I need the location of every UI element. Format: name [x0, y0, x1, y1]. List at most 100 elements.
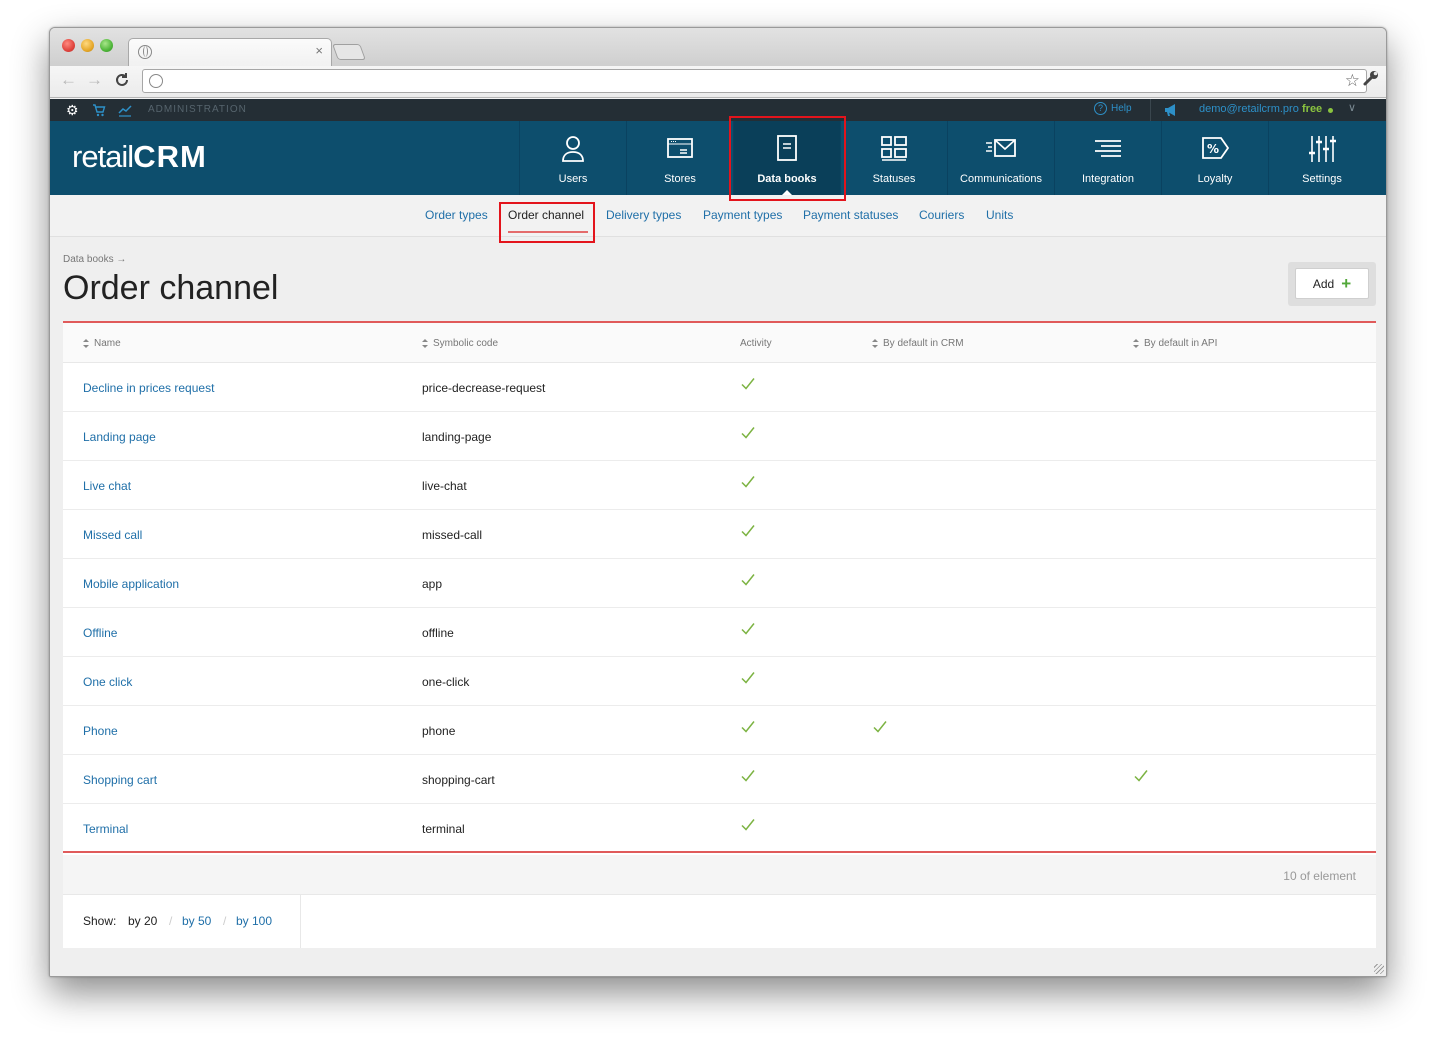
new-tab-button[interactable]	[332, 44, 366, 60]
nav-item-users[interactable]: Users	[519, 121, 626, 195]
active-tab-underline	[508, 231, 588, 233]
nav-item-integration[interactable]: Integration	[1054, 121, 1161, 195]
channel-name-link[interactable]: Live chat	[83, 479, 131, 493]
user-menu-chevron-icon[interactable]: ∨	[1348, 101, 1356, 114]
data-book-icon	[771, 133, 803, 165]
subnav-units[interactable]: Units	[986, 208, 1013, 222]
table-header: Name Symbolic code Activity By default in C…	[63, 323, 1376, 363]
close-window-button[interactable]	[62, 39, 75, 52]
help-icon: ?	[1094, 102, 1107, 115]
channel-name-link[interactable]: Mobile application	[83, 577, 179, 591]
pager-separator: /	[169, 914, 173, 928]
plus-icon: +	[1341, 273, 1352, 293]
symbolic-code: missed-call	[422, 528, 483, 542]
nav-item-label: Communications	[960, 173, 1042, 185]
subnav-payment-types[interactable]: Payment types	[703, 208, 782, 222]
page-title: Order channel	[63, 269, 279, 307]
table-row: Offline offline	[63, 608, 1376, 657]
sort-icon	[1133, 339, 1139, 348]
browser-tab[interactable]: ×	[128, 38, 332, 66]
subnav-order-types[interactable]: Order types	[425, 208, 488, 222]
column-header-by-default-in-api[interactable]: By default in API	[1133, 338, 1217, 349]
default-crm-check-icon	[872, 719, 888, 735]
column-header-label: Name	[94, 338, 121, 349]
channel-name-link[interactable]: One click	[83, 675, 132, 689]
channel-name-link[interactable]: Shopping cart	[83, 773, 157, 787]
symbolic-code: offline	[422, 626, 454, 640]
table-row: Missed call missed-call	[63, 510, 1376, 559]
back-arrow-icon[interactable]: ←	[60, 70, 77, 90]
nav-item-label: Statuses	[872, 173, 916, 185]
admin-gear-icon[interactable]: ⚙	[66, 102, 79, 118]
symbolic-code: terminal	[422, 822, 465, 836]
page-size-option[interactable]: by 50	[182, 914, 211, 928]
column-header-name[interactable]: Name	[83, 338, 121, 349]
symbolic-code: live-chat	[422, 479, 467, 493]
zoom-window-button[interactable]	[100, 39, 113, 52]
pager-label: Show:	[83, 914, 117, 928]
subnav-couriers[interactable]: Couriers	[919, 208, 964, 222]
page-size-option[interactable]: by 20	[128, 914, 157, 928]
table-row: Live chat live-chat	[63, 461, 1376, 510]
settings-icon	[1306, 133, 1338, 165]
cart-icon[interactable]	[92, 103, 106, 117]
user-email-link[interactable]: demo@retailcrm.pro	[1199, 103, 1299, 115]
add-button[interactable]: Add +	[1295, 268, 1369, 299]
activity-check-icon	[740, 425, 756, 441]
subnav-payment-statuses[interactable]: Payment statuses	[803, 208, 898, 222]
minimize-window-button[interactable]	[81, 39, 94, 52]
reload-icon[interactable]	[114, 70, 130, 92]
nav-item-label: Users	[558, 173, 588, 185]
activity-check-icon	[740, 670, 756, 686]
tab-close-icon[interactable]: ×	[315, 44, 323, 58]
nav-item-communications[interactable]: Communications	[947, 121, 1054, 195]
logo-text-crm: CRM	[133, 139, 207, 174]
svg-text:%: %	[1207, 142, 1219, 156]
nav-item-data-books[interactable]: Data books	[733, 121, 840, 195]
symbolic-code: phone	[422, 724, 456, 738]
admin-label: ADMINISTRATION	[148, 104, 247, 115]
retailcrm-logo[interactable]: retailCRM	[72, 139, 207, 175]
subnav-delivery-types[interactable]: Delivery types	[606, 208, 681, 222]
channel-name-link[interactable]: Missed call	[83, 528, 142, 542]
megaphone-icon[interactable]	[1163, 103, 1179, 117]
page-globe-icon	[149, 74, 163, 88]
channel-name-link[interactable]: Offline	[83, 626, 117, 640]
column-header-label: By default in API	[1144, 338, 1218, 349]
wrench-icon[interactable]	[1362, 69, 1380, 87]
element-count-bar: 10 of element	[63, 855, 1376, 895]
sub-nav: Order types Order channel Delivery types Pa…	[50, 195, 1386, 237]
address-bar[interactable]: ☆	[142, 69, 1367, 93]
channel-name-link[interactable]: Landing page	[83, 430, 156, 444]
channel-name-link[interactable]: Decline in prices request	[83, 381, 214, 395]
store-icon	[664, 133, 696, 165]
channel-name-link[interactable]: Phone	[83, 724, 118, 738]
column-header-symbolic-code[interactable]: Symbolic code	[422, 338, 498, 349]
sort-icon	[422, 339, 428, 348]
resize-grip[interactable]	[1374, 964, 1384, 974]
subnav-order-channel[interactable]: Order channel	[508, 208, 584, 222]
column-header-activity: Activity	[740, 338, 772, 349]
nav-item-statuses[interactable]: Statuses	[840, 121, 947, 195]
plan-badge: free	[1302, 103, 1323, 115]
nav-item-settings[interactable]: Settings	[1268, 121, 1375, 195]
page-size-option[interactable]: by 100	[236, 914, 272, 928]
channel-name-link[interactable]: Terminal	[83, 822, 128, 836]
breadcrumb[interactable]: Data books →	[63, 254, 126, 265]
content-area: Data books → Order channel Add + Name Sym…	[50, 237, 1386, 976]
element-count: 10 of element	[1283, 869, 1356, 883]
activity-check-icon	[740, 817, 756, 833]
bookmark-star-icon[interactable]: ☆	[1345, 71, 1360, 91]
add-button-label: Add	[1312, 276, 1335, 291]
nav-item-loyalty[interactable]: % Loyalty	[1161, 121, 1268, 195]
table-row: Shopping cart shopping-cart	[63, 755, 1376, 804]
column-header-by-default-in-crm[interactable]: By default in CRM	[872, 338, 964, 349]
globe-icon	[138, 45, 152, 59]
symbolic-code: landing-page	[422, 430, 492, 444]
forward-arrow-icon[interactable]: →	[86, 70, 103, 90]
order-channel-table: Name Symbolic code Activity By default in C…	[63, 321, 1376, 948]
table-row: Mobile application app	[63, 559, 1376, 608]
help-link[interactable]: ? Help	[1094, 102, 1132, 115]
nav-item-stores[interactable]: Stores	[626, 121, 733, 195]
analytics-icon[interactable]	[118, 103, 132, 117]
